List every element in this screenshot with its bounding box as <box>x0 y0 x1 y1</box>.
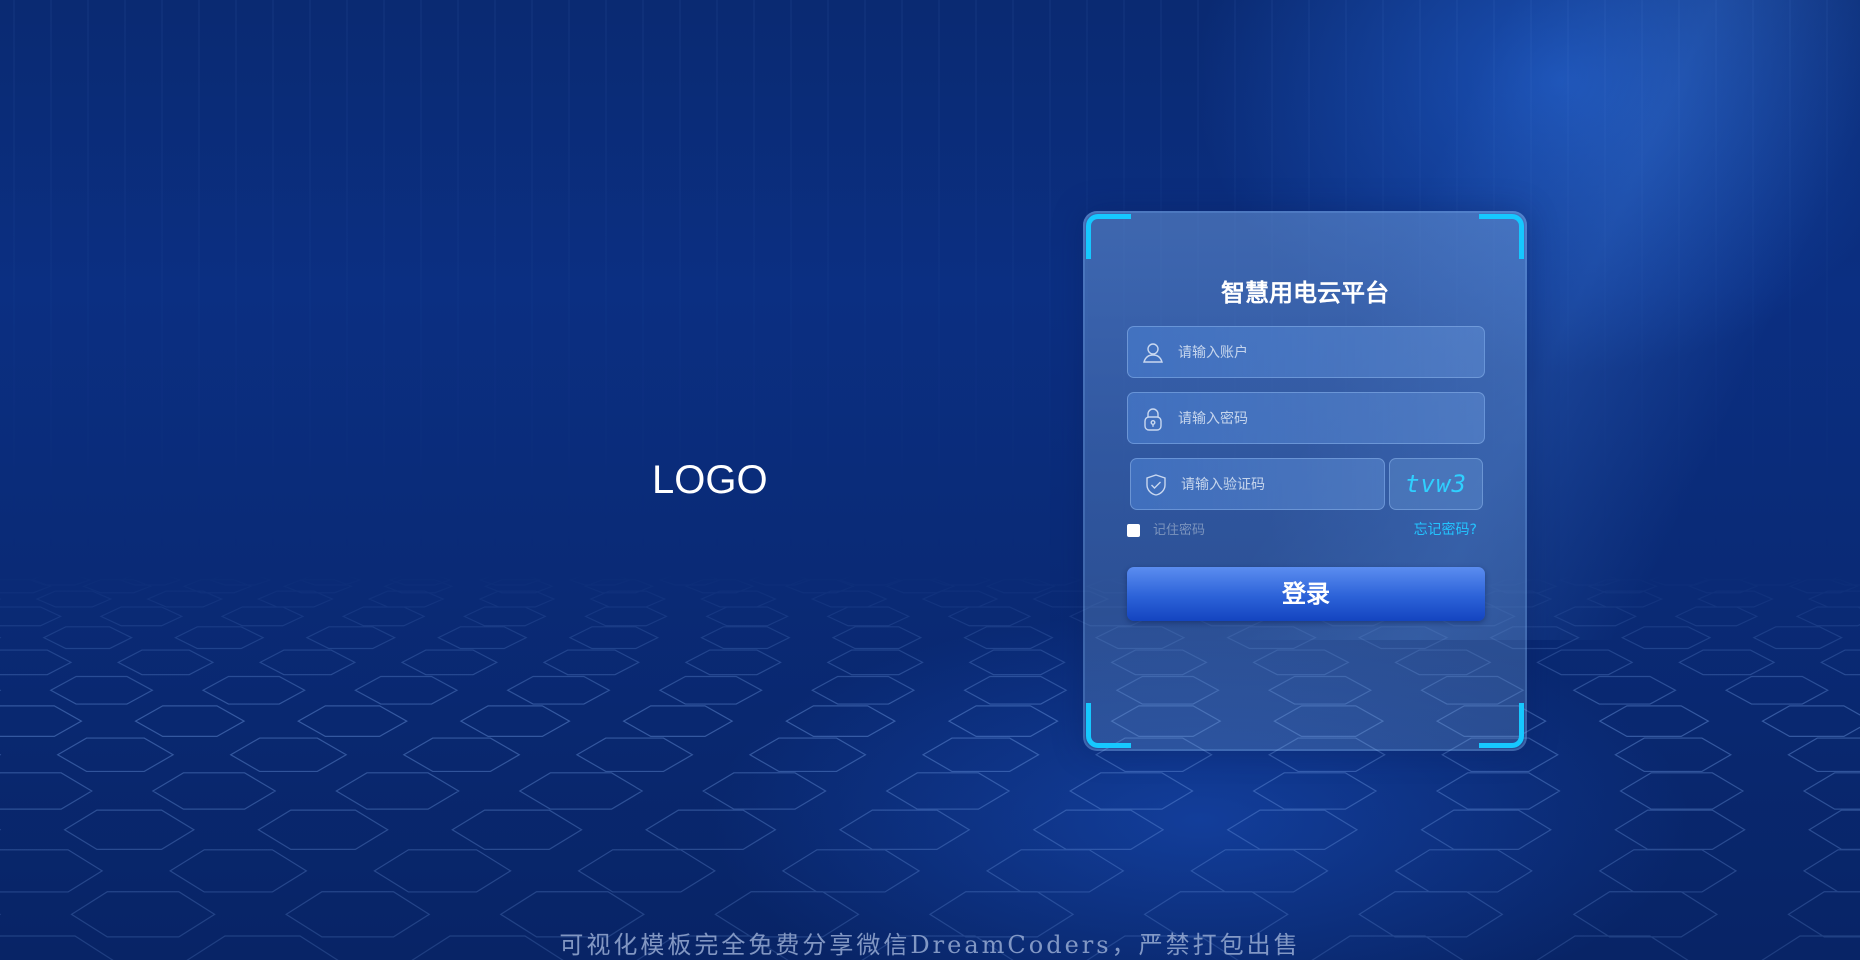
captcha-field[interactable] <box>1130 458 1385 511</box>
captcha-input[interactable] <box>1179 459 1378 511</box>
forgot-password-link[interactable]: 忘记密码? <box>1414 521 1477 539</box>
corner-bottom-left <box>1086 703 1131 748</box>
password-field[interactable] <box>1127 392 1485 445</box>
remember-checkbox[interactable] <box>1127 524 1140 537</box>
platform-title: 智慧用电云平台 <box>1221 279 1389 307</box>
password-input[interactable] <box>1176 393 1478 445</box>
background-hex-grid <box>0 574 1860 960</box>
account-field[interactable] <box>1127 326 1485 379</box>
logo-text: LOGO <box>652 458 768 502</box>
lock-icon <box>1144 408 1162 431</box>
footer-notice: 可视化模板完全免费分享微信DreamCoders，严禁打包出售 <box>559 931 1301 959</box>
login-page: LOGO 智慧用电云平台 请输入账户 请输入验证码 tvw3 记住密码 忘记密码… <box>0 0 1860 960</box>
corner-top-right <box>1479 214 1524 259</box>
login-card: 智慧用电云平台 tvw3 <box>1083 211 1527 751</box>
user-icon <box>1143 343 1163 363</box>
hex-grid-lines <box>0 574 1860 960</box>
captcha-image[interactable]: tvw3 <box>1389 458 1483 510</box>
login-button[interactable]: 登录 <box>1127 567 1485 621</box>
shield-check-icon <box>1146 474 1166 496</box>
account-input[interactable] <box>1176 327 1478 379</box>
corner-top-left <box>1086 214 1131 259</box>
corner-bottom-right <box>1479 703 1524 748</box>
remember-label: 记住密码 <box>1153 523 1206 538</box>
